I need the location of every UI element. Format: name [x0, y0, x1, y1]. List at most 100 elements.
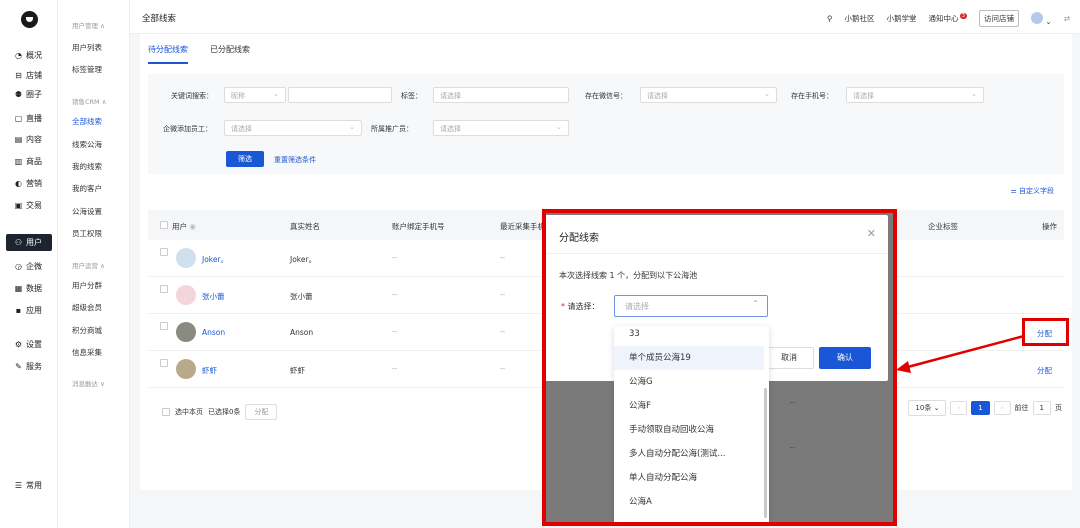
- page-size-select[interactable]: 10条 ⌄: [908, 400, 947, 416]
- tab-assigned[interactable]: 已分配线索: [210, 44, 250, 64]
- nav-item-content[interactable]: ▤ 内容: [6, 131, 52, 148]
- prev-page-button[interactable]: ‹: [950, 401, 968, 415]
- main-nav: ◔ 概况 ⊟ 店铺 ⚉ 圈子 ▢ 直播 ▤ 内容 ▥ 商品 ◐ 营销 ▣ 交易 ⚇ 用户 ◶ 企微 ▦ 数据 ▪ 应用 ⚙ 设置 ✎…: [0, 0, 58, 528]
- bound-phone: --: [392, 291, 398, 299]
- sidebar-item-lead-pool[interactable]: 线索公海: [72, 139, 102, 150]
- th-bound-phone: 账户绑定手机号: [392, 222, 445, 231]
- data-icon: ▦: [14, 284, 23, 293]
- collected-phone: --: [500, 254, 506, 262]
- nav-item-circle[interactable]: ⚉ 圈子: [6, 86, 52, 103]
- sidebar-item-user-segments[interactable]: 用户分群: [72, 280, 102, 291]
- page-1[interactable]: 1: [971, 401, 990, 415]
- row-checkbox[interactable]: [160, 248, 168, 256]
- row-checkbox[interactable]: [160, 285, 168, 293]
- th-real-name: 真实姓名: [290, 222, 320, 231]
- staff-label: 企微添加员工：: [163, 125, 212, 133]
- bound-phone: --: [392, 365, 398, 373]
- nav-item-settings[interactable]: ⚙ 设置: [6, 336, 52, 353]
- collected-phone: --: [500, 291, 506, 299]
- phone-select[interactable]: 请选择 ⌄: [846, 87, 984, 103]
- tag-label: 标签：: [401, 92, 422, 100]
- help-icon: ◉: [189, 222, 196, 231]
- staff-select[interactable]: 请选择 ⌄: [224, 120, 362, 136]
- wechat-label: 存在微信号：: [585, 92, 627, 100]
- chevron-down-icon: ⌄: [971, 90, 977, 98]
- nav-item-live[interactable]: ▢ 直播: [6, 110, 52, 127]
- notice-center[interactable]: 通知中心 3: [929, 13, 968, 24]
- th-user: 用户 ◉: [172, 222, 196, 231]
- sidebar-item-points-mall[interactable]: 积分商城: [72, 325, 102, 336]
- nav-item-trade[interactable]: ▣ 交易: [6, 197, 52, 214]
- circle-icon: ⚉: [14, 90, 23, 99]
- nav-item-users[interactable]: ⚇ 用户: [6, 234, 52, 251]
- link-community[interactable]: 小鹅社区: [845, 13, 875, 24]
- app-logo[interactable]: [21, 11, 38, 28]
- group-sales-crm[interactable]: 销售CRM ∧: [72, 96, 107, 106]
- real-name: 张小蕾: [290, 292, 313, 301]
- th-collected-phone: 最近采集手机: [500, 222, 545, 231]
- trade-icon: ▣: [14, 201, 23, 210]
- tag-select[interactable]: 请选择: [433, 87, 569, 103]
- nav-item-apps[interactable]: ▪ 应用: [6, 302, 52, 319]
- wechat-select[interactable]: 请选择 ⌄: [640, 87, 777, 103]
- nav-item-service[interactable]: ✎ 服务: [6, 358, 52, 375]
- apps-icon: ▪: [15, 306, 22, 315]
- sidebar-item-tag-management[interactable]: 标签管理: [72, 64, 102, 75]
- live-icon: ▢: [14, 114, 23, 123]
- custom-field-link[interactable]: ⚌ 自定义字段: [1010, 186, 1054, 196]
- user-name-link[interactable]: 虾虾: [202, 365, 217, 376]
- row-checkbox[interactable]: [160, 322, 168, 330]
- sidebar-item-my-customers[interactable]: 我的客户: [72, 183, 102, 194]
- avatar: [176, 248, 196, 268]
- nav-item-overview[interactable]: ◔ 概况: [6, 47, 52, 64]
- promoter-select[interactable]: 请选择 ⌄: [433, 120, 569, 136]
- goto-page-input[interactable]: 1: [1032, 401, 1051, 415]
- assign-link[interactable]: 分配: [1037, 365, 1052, 376]
- group-user-ops[interactable]: 用户运营 ∧: [72, 260, 105, 270]
- user-name-link[interactable]: Joker。: [202, 254, 228, 265]
- avatar: [1031, 11, 1044, 24]
- user-name-link[interactable]: 张小蕾: [202, 291, 225, 302]
- nav-item-data[interactable]: ▦ 数据: [6, 280, 52, 297]
- chevron-down-icon: ⌄: [764, 90, 770, 98]
- th-company-tag: 企业标签: [928, 222, 958, 231]
- visit-shop-button[interactable]: 访问店铺: [979, 10, 1020, 27]
- avatar: [176, 322, 196, 342]
- next-page-button[interactable]: ›: [993, 401, 1011, 415]
- switch-icon[interactable]: ⇄: [1064, 14, 1070, 23]
- group-user-management[interactable]: 用户管理 ∧: [72, 20, 105, 30]
- user-name-link[interactable]: Anson: [202, 328, 225, 337]
- select-all-checkbox[interactable]: [160, 221, 168, 229]
- row-checkbox[interactable]: [160, 359, 168, 367]
- tab-unassigned[interactable]: 待分配线索: [148, 44, 188, 64]
- chevron-down-icon: ⌄: [556, 123, 562, 131]
- sidebar-item-pool-settings[interactable]: 公海设置: [72, 206, 102, 217]
- th-actions: 操作: [1042, 222, 1057, 231]
- sidebar-item-all-leads[interactable]: 全部线索: [68, 113, 120, 127]
- sidebar-item-info-collect[interactable]: 信息采集: [72, 347, 102, 358]
- nav-item-marketing[interactable]: ◐ 营销: [6, 175, 52, 192]
- sidebar-item-my-leads[interactable]: 我的线索: [72, 161, 102, 172]
- nav-item-goods[interactable]: ▥ 商品: [6, 153, 52, 170]
- nav-item-wecom[interactable]: ◶ 企微: [6, 258, 52, 275]
- search-icon[interactable]: ⚲: [827, 14, 833, 23]
- keyword-input[interactable]: [288, 87, 392, 103]
- account-menu[interactable]: ⌄: [1031, 11, 1052, 26]
- sidebar-item-super-member[interactable]: 超级会员: [72, 302, 102, 313]
- sidebar-item-staff-permissions[interactable]: 员工权限: [72, 228, 102, 239]
- keyword-label: 关键词搜索：: [171, 92, 213, 100]
- bulk-assign-button[interactable]: 分配: [245, 404, 278, 420]
- keyword-type-select[interactable]: 昵称 ⌄: [224, 87, 286, 103]
- menu-icon: ☰: [14, 481, 23, 490]
- nav-item-shop[interactable]: ⊟ 店铺: [6, 67, 52, 84]
- page-title: 全部线索: [142, 14, 177, 24]
- select-page-checkbox[interactable]: [162, 408, 170, 416]
- group-messaging[interactable]: 消息触达 ∨: [72, 378, 105, 388]
- nav-item-common[interactable]: ☰ 常用: [6, 477, 52, 494]
- bound-phone: --: [392, 328, 398, 336]
- filter-button[interactable]: 筛选: [226, 151, 264, 167]
- reset-filter-link[interactable]: 重置筛选条件: [274, 155, 316, 165]
- sidebar-item-user-list[interactable]: 用户列表: [72, 42, 102, 53]
- real-name: Anson: [290, 328, 314, 337]
- link-academy[interactable]: 小鹅学堂: [887, 13, 917, 24]
